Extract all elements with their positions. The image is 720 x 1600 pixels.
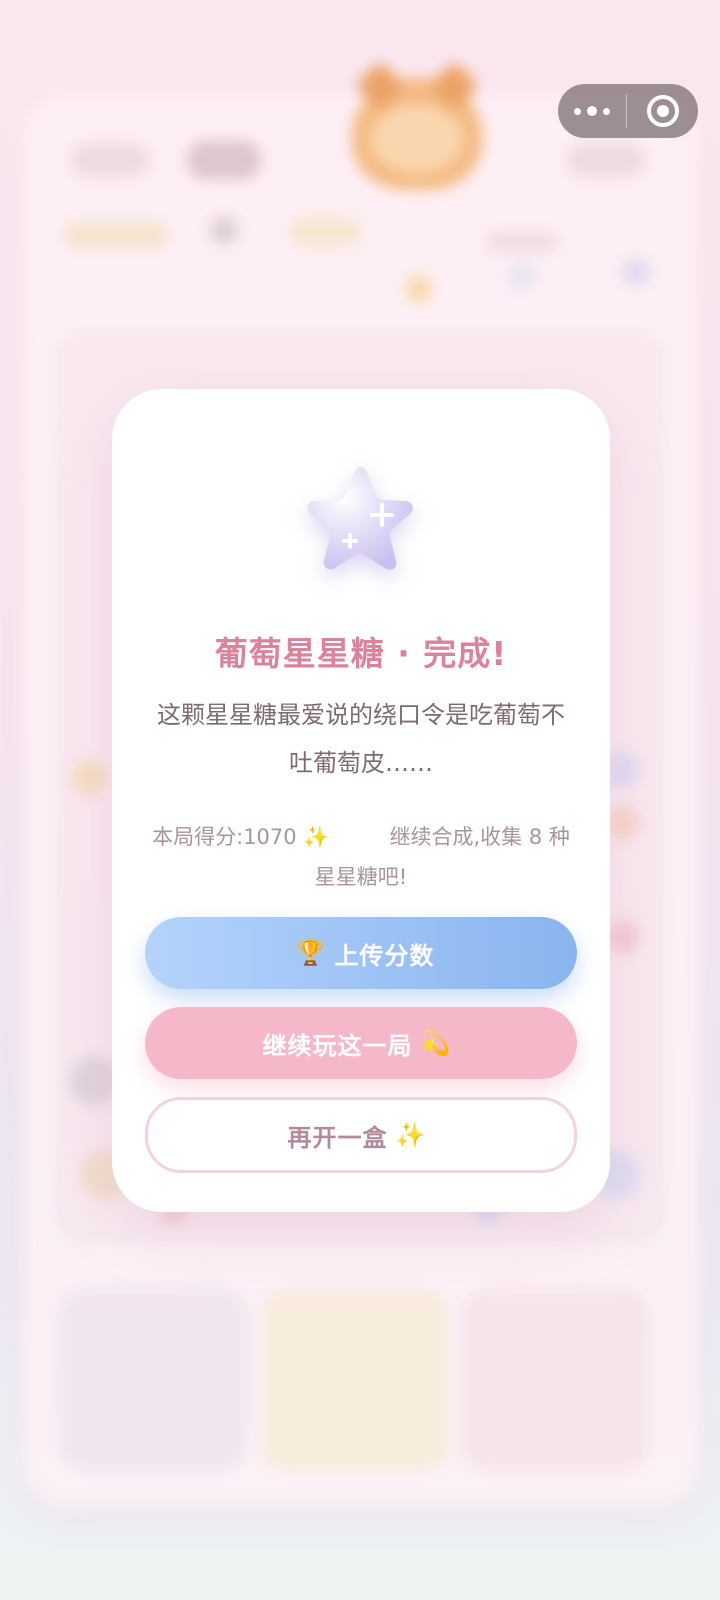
bg-item-slot [60, 1290, 246, 1470]
bg-dot [508, 262, 536, 290]
trophy-icon: 🏆 [295, 939, 327, 967]
target-close-icon[interactable] [627, 84, 698, 138]
upload-score-button[interactable]: 🏆 上传分数 [145, 917, 577, 989]
modal-description: 这颗星星糖最爱说的绕口令是吃葡萄不吐葡萄皮…… [157, 701, 565, 777]
bg-stat [290, 218, 360, 246]
score-text: 本局得分:1070 ✨ [152, 825, 330, 849]
bg-tab-active [186, 140, 262, 180]
score-summary: 本局得分:1070 ✨ 继续合成,收集 8 种星星糖吧! [142, 817, 580, 897]
bg-candy [606, 806, 640, 840]
sparkles-icon: ✨ [395, 1121, 427, 1149]
bg-tab [70, 142, 150, 178]
bg-stat [64, 222, 168, 248]
continue-game-label: 继续玩这一局 [262, 1031, 413, 1060]
grape-star-candy-icon [298, 461, 422, 579]
bg-item-slot [262, 1290, 448, 1470]
bg-candy [606, 920, 640, 954]
restart-button[interactable]: 再开一盒 ✨ [145, 1097, 577, 1173]
bg-candy [72, 760, 108, 796]
dizzy-star-icon: 💫 [420, 1029, 452, 1057]
bg-score-pill [566, 142, 646, 178]
bg-dot [406, 276, 432, 302]
modal-title: 葡萄星星糖 · 完成! [214, 634, 508, 673]
bg-item-slot [462, 1290, 648, 1470]
restart-label: 再开一盒 [287, 1123, 388, 1152]
cat-mascot [352, 60, 482, 190]
upload-score-label: 上传分数 [334, 941, 435, 970]
collect-hint: 继续合成,收集 8 种星星糖吧! [314, 825, 570, 889]
bg-stat [210, 216, 238, 244]
bg-dot [622, 258, 650, 286]
continue-game-button[interactable]: 继续玩这一局 💫 [145, 1007, 577, 1079]
more-dots-icon[interactable] [558, 84, 626, 138]
miniprogram-capsule [558, 84, 698, 138]
bg-stat [486, 232, 558, 252]
result-modal: 葡萄星星糖 · 完成! 这颗星星糖最爱说的绕口令是吃葡萄不吐葡萄皮…… 本局得分… [112, 389, 610, 1212]
